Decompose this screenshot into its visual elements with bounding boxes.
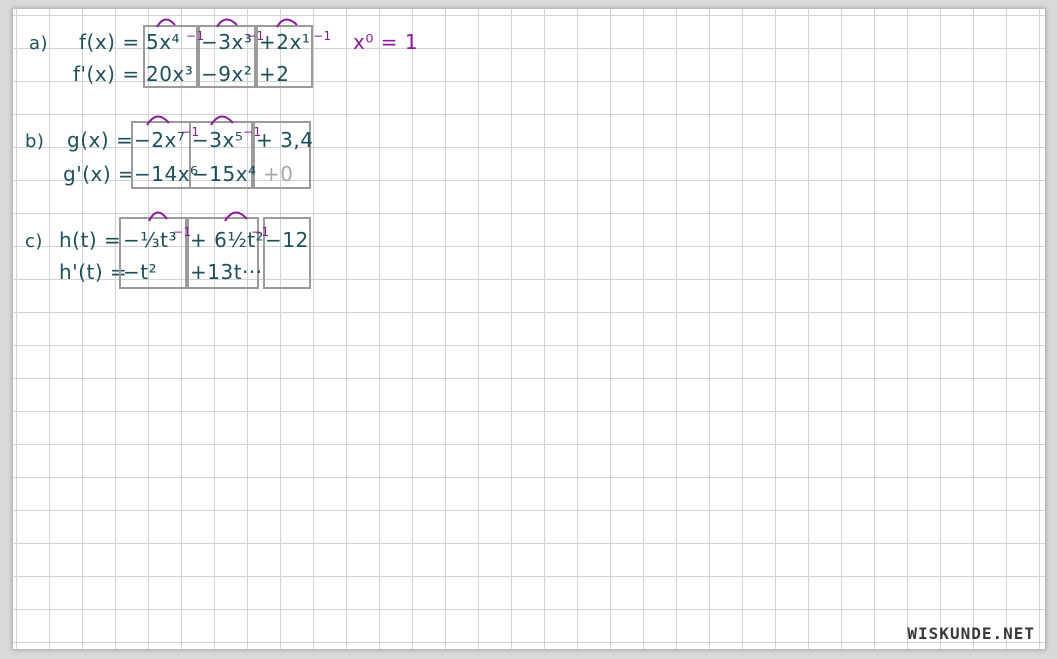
label-a: a) xyxy=(29,33,49,54)
fp-term-1: 20x³ xyxy=(146,62,194,86)
curved-arrow-icon xyxy=(224,211,248,222)
h-lhs: h(t) = xyxy=(59,228,122,252)
note-x0: x⁰ = 1 xyxy=(353,30,419,54)
curved-arrow-icon xyxy=(156,18,176,28)
f-term-2: −3x³ xyxy=(201,30,253,54)
hprime-lhs: h'(t) = xyxy=(59,260,128,284)
fprime-lhs: f'(x) = xyxy=(73,62,140,86)
graph-paper-board: a) f(x) = f'(x) = 5x⁴ −1 −3x³ −1 +2x¹ −1… xyxy=(12,8,1046,650)
exponent-arrows-a xyxy=(156,18,298,28)
curved-arrow-icon xyxy=(210,115,234,126)
exponent-arrows-b xyxy=(146,115,234,126)
hp-term-1: −t² xyxy=(123,260,158,284)
f-lhs: f(x) = xyxy=(79,30,140,54)
gp-term-1: −14x⁶ xyxy=(134,162,199,186)
curved-arrow-icon xyxy=(276,18,298,28)
g-term-3: + 3,4 xyxy=(256,128,314,152)
gprime-lhs: g'(x) = xyxy=(63,162,136,186)
curved-arrow-icon xyxy=(146,115,170,126)
curved-arrow-icon xyxy=(216,18,238,28)
fp-term-2: −9x² xyxy=(201,62,253,86)
gp-term-2: −15x⁴ xyxy=(192,162,257,186)
hp-term-2: +13t··· xyxy=(190,260,263,284)
gp-term-3: +0 xyxy=(263,162,294,186)
site-logo: WISKUNDE.NET xyxy=(907,624,1035,643)
curved-arrow-icon xyxy=(148,211,168,222)
f-term-1: 5x⁴ xyxy=(146,30,181,54)
g-lhs: g(x) = xyxy=(67,128,134,152)
label-b: b) xyxy=(25,131,45,152)
g-term-2: −3x⁵ xyxy=(192,128,244,152)
exponent-arrows-c xyxy=(148,211,248,222)
fp-term-3: +2 xyxy=(259,62,290,86)
label-c: c) xyxy=(25,231,43,252)
h-term-3: −12 xyxy=(265,228,309,252)
g-term-1: −2x⁷ xyxy=(134,128,186,152)
f-term-3: +2x¹ xyxy=(259,30,311,54)
h-term-1: −⅓t³ xyxy=(123,228,178,252)
